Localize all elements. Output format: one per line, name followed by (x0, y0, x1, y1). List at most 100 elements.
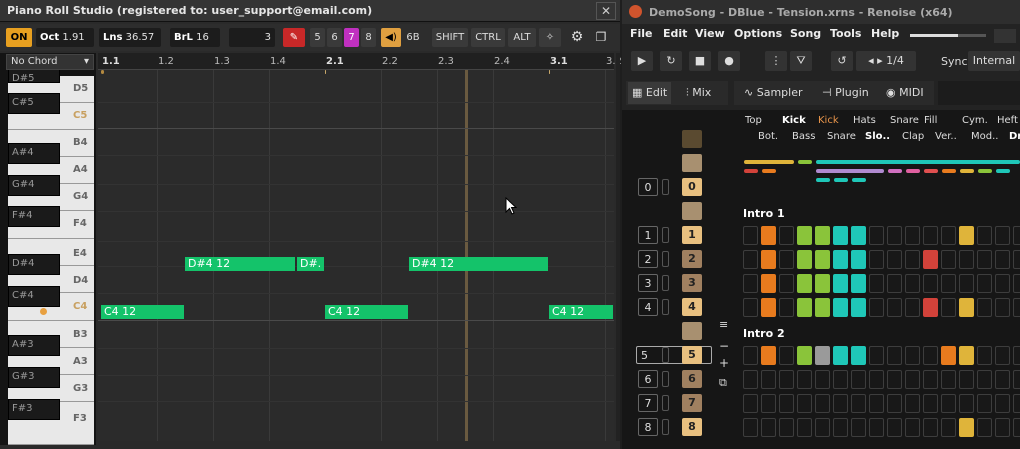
matrix-cell[interactable] (869, 274, 884, 293)
stop-icon[interactable]: ■ (689, 51, 711, 71)
sequence-slot-number[interactable]: 4 (638, 298, 658, 316)
matrix-cell[interactable] (995, 370, 1010, 389)
key-d-sharp-5[interactable]: D#5 (8, 69, 60, 84)
matrix-cell[interactable] (797, 418, 812, 437)
minus-icon[interactable]: − (719, 339, 729, 353)
sequence-slot-number[interactable]: 3 (638, 274, 658, 292)
ctrl-button[interactable]: CTRL (471, 28, 505, 47)
matrix-cell[interactable] (743, 370, 758, 389)
pattern-slot-number[interactable]: 1 (682, 226, 702, 244)
matrix-cell[interactable] (797, 298, 812, 317)
matrix-cell[interactable] (905, 298, 920, 317)
play-icon[interactable]: ▶ (631, 51, 653, 71)
slot-mute-toggle[interactable] (662, 419, 669, 435)
track-header[interactable]: Heft (997, 115, 1018, 126)
matrix-cell[interactable] (797, 226, 812, 245)
matrix-cell[interactable] (1013, 250, 1020, 269)
matrix-cell[interactable] (959, 250, 974, 269)
pattern-slot-number[interactable]: 5 (682, 346, 702, 364)
matrix-cell[interactable] (743, 394, 758, 413)
chord-select[interactable]: No Chord ▾ (6, 54, 94, 70)
record-icon[interactable]: ● (718, 51, 740, 71)
menu-file[interactable]: File (630, 27, 653, 40)
slot-mute-toggle[interactable] (662, 371, 669, 387)
matrix-cell[interactable] (959, 394, 974, 413)
slot-mute-toggle[interactable] (662, 347, 669, 363)
track-header[interactable]: Kick (782, 115, 806, 126)
matrix-cell[interactable] (1013, 298, 1020, 317)
matrix-cell[interactable] (887, 394, 902, 413)
matrix-cell[interactable] (905, 226, 920, 245)
matrix-cell[interactable] (995, 250, 1010, 269)
matrix-cell[interactable] (869, 226, 884, 245)
matrix-cell[interactable] (923, 250, 938, 269)
matrix-cell[interactable] (1013, 418, 1020, 437)
matrix-cell[interactable] (887, 346, 902, 365)
track-header[interactable]: Clap (902, 131, 924, 142)
matrix-cell[interactable] (941, 226, 956, 245)
matrix-cell[interactable] (887, 418, 902, 437)
pattern-slot-number[interactable]: 0 (682, 178, 702, 196)
snap-7-button[interactable]: 7 (344, 28, 359, 47)
matrix-cell[interactable] (869, 394, 884, 413)
speaker-icon[interactable]: ◀) (381, 28, 401, 47)
section-label-intro-2[interactable]: Intro 2 (743, 327, 785, 340)
matrix-cell[interactable] (815, 394, 830, 413)
matrix-cell[interactable] (815, 250, 830, 269)
matrix-cell[interactable] (743, 226, 758, 245)
tab-plugin[interactable]: ⊣ Plugin (818, 82, 873, 104)
key-d-sharp-4[interactable]: D#4 (8, 254, 60, 275)
sequence-slot-number[interactable]: 0 (638, 178, 658, 196)
key-c-sharp-4[interactable]: C#4 (8, 286, 60, 307)
note-block[interactable]: C4 12 (549, 305, 613, 319)
matrix-cell[interactable] (995, 298, 1010, 317)
matrix-cell[interactable] (887, 298, 902, 317)
matrix-cell[interactable] (977, 250, 992, 269)
matrix-cell[interactable] (1013, 346, 1020, 365)
matrix-cell[interactable] (995, 346, 1010, 365)
matrix-cell[interactable] (833, 274, 848, 293)
matrix-cell[interactable] (941, 418, 956, 437)
matrix-cell[interactable] (833, 394, 848, 413)
matrix-cell[interactable] (905, 394, 920, 413)
matrix-cell[interactable] (1013, 226, 1020, 245)
note-grid[interactable] (98, 53, 614, 441)
lines-control[interactable]: Lns 36.57 (99, 28, 161, 47)
note-block[interactable]: D#4 12 (185, 257, 295, 271)
section-label-intro-1[interactable]: Intro 1 (743, 207, 785, 220)
matrix-cell[interactable] (833, 418, 848, 437)
matrix-cell[interactable] (959, 418, 974, 437)
matrix-cell[interactable] (869, 370, 884, 389)
matrix-cell[interactable] (905, 370, 920, 389)
menu-options[interactable]: Options (734, 27, 782, 40)
matrix-cell[interactable] (851, 298, 866, 317)
matrix-cell[interactable] (869, 250, 884, 269)
plus-icon[interactable]: + (719, 356, 729, 370)
matrix-cell[interactable] (851, 394, 866, 413)
pattern-slot-empty[interactable] (682, 202, 702, 220)
track-header[interactable]: Bot. (758, 131, 778, 142)
matrix-cell[interactable] (959, 346, 974, 365)
menu-song[interactable]: Song (790, 27, 821, 40)
matrix-cell[interactable] (1013, 370, 1020, 389)
slot-mute-toggle[interactable] (662, 251, 669, 267)
matrix-cell[interactable] (851, 226, 866, 245)
sequence-slot-number[interactable]: 7 (638, 394, 658, 412)
pencil-icon[interactable]: ✎ (283, 28, 305, 47)
matrix-cell[interactable] (743, 418, 758, 437)
matrix-cell[interactable] (797, 370, 812, 389)
track-header[interactable]: Snare (890, 115, 919, 126)
note-block[interactable]: D#. (297, 257, 324, 271)
matrix-cell[interactable] (941, 250, 956, 269)
matrix-cell[interactable] (905, 346, 920, 365)
on-toggle-button[interactable]: ON (6, 28, 32, 47)
key-g-sharp-4[interactable]: G#4 (8, 175, 60, 196)
matrix-cell[interactable] (869, 418, 884, 437)
matrix-cell[interactable] (977, 274, 992, 293)
matrix-cell[interactable] (761, 394, 776, 413)
track-header[interactable]: Kick (818, 115, 839, 126)
renoise-titlebar[interactable]: DemoSong - DBlue - Tension.xrns - Renois… (622, 0, 1020, 24)
matrix-cell[interactable] (797, 274, 812, 293)
matrix-cell[interactable] (833, 226, 848, 245)
slot-mute-toggle[interactable] (662, 395, 669, 411)
